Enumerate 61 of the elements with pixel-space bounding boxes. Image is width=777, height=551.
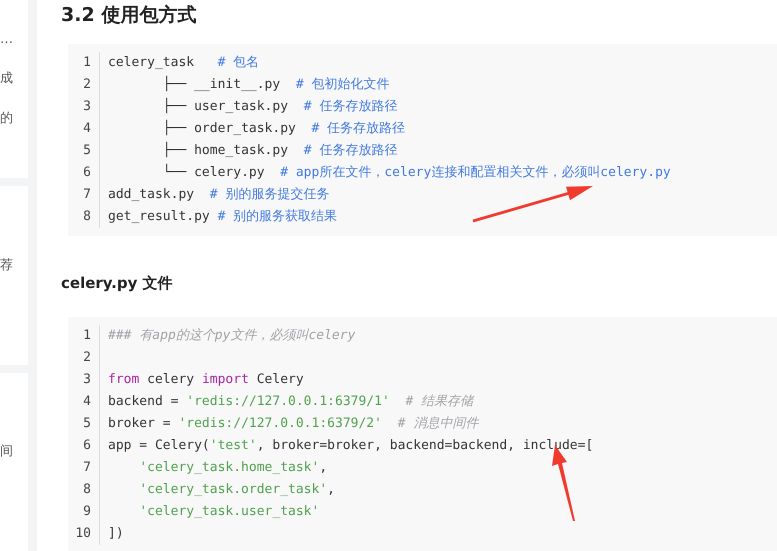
code-text: add_task.py	[108, 186, 196, 202]
code-comment: # 别的服务获取结果	[218, 208, 338, 224]
line-number: 5	[83, 416, 91, 431]
code-comment: # 任务存放路径	[312, 120, 406, 136]
code-text: ,	[319, 460, 328, 475]
code-string: 'redis://127.0.0.1:6379/1'	[186, 394, 390, 409]
code-text: celery	[147, 372, 196, 387]
code-comment: # 结果存储	[405, 394, 474, 409]
code-string: 'celery_task.home_task'	[139, 460, 320, 475]
line-number: 6	[83, 164, 91, 180]
line-number: 1	[83, 54, 91, 70]
sidebar-text: …	[0, 30, 14, 49]
line-number: 7	[83, 186, 91, 202]
line-number: 10	[75, 526, 91, 541]
line-number: 4	[83, 394, 91, 409]
code-text: , broker=broker, backend=backend, include=[	[256, 438, 594, 453]
section-heading: 3.2 使用包方式	[61, 3, 198, 28]
line-number: 3	[83, 98, 91, 114]
line-number: 8	[83, 208, 91, 224]
code-comment: # 包初始化文件	[296, 76, 390, 92]
sidebar-text: 间	[0, 443, 14, 462]
code-comment: # 消息中间件	[398, 416, 478, 431]
code-text: celery_task	[108, 54, 196, 70]
code-string: 'celery_task.order_task'	[139, 482, 328, 497]
code-text: ├── order_task.py	[162, 120, 297, 136]
sidebar-text: 的	[0, 110, 14, 128]
line-number: 9	[83, 504, 91, 519]
code-text: get_result.py	[108, 208, 211, 224]
code-text: ├── user_task.py	[162, 98, 290, 114]
code-keyword: from	[108, 372, 140, 387]
code-comment: # 别的服务提交任务	[210, 186, 330, 202]
line-number: 6	[83, 438, 91, 453]
code-text: ])	[108, 526, 124, 541]
line-number: 3	[83, 372, 91, 387]
code-text: backend =	[108, 394, 180, 409]
code-comment: # app所在文件，celery连接和配置相关文件，必须叫celery.py	[280, 164, 671, 180]
code-string: 'celery_task.user_task'	[139, 504, 320, 519]
code-text: └── celery.py	[162, 164, 266, 180]
line-number: 7	[83, 460, 91, 475]
code-comment: # 任务存放路径	[304, 142, 398, 158]
line-number: 1	[83, 328, 91, 343]
code-comment: # 包名	[218, 54, 260, 70]
code-text: app = Celery(	[108, 438, 210, 453]
section-heading: celery.py 文件	[61, 272, 174, 294]
sidebar-text: 荐	[0, 256, 14, 275]
code-keyword: import	[202, 372, 249, 387]
line-number: 2	[83, 350, 91, 365]
code-comment: # 任务存放路径	[304, 98, 398, 114]
code-comment: ### 有app的这个py文件，必须叫celery	[108, 328, 356, 343]
line-number: 5	[83, 142, 91, 158]
code-string: 'redis://127.0.0.1:6379/2'	[178, 416, 382, 431]
line-number: 2	[83, 76, 91, 92]
code-text: ├── home_task.py	[162, 142, 290, 158]
sidebar-text: 成	[0, 70, 14, 88]
code-string: 'test'	[210, 438, 257, 453]
code-text: broker =	[108, 416, 172, 431]
code-text: Celery	[256, 372, 304, 387]
code-text: ├── __init__.py	[162, 76, 282, 92]
line-number: 4	[83, 120, 91, 136]
code-text: ,	[327, 482, 335, 497]
line-number: 8	[83, 482, 91, 497]
